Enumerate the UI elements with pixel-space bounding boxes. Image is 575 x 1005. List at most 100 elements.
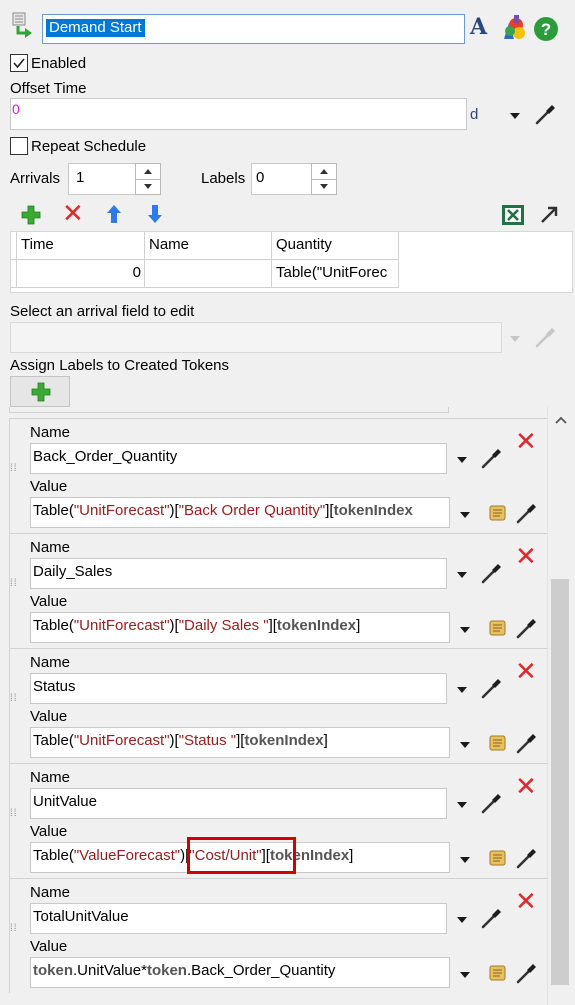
label-name-caption: Name bbox=[30, 424, 71, 441]
eyedropper-icon[interactable] bbox=[480, 906, 504, 930]
drag-handle-icon[interactable]: ⁞⁞ bbox=[10, 924, 20, 934]
label-name-input[interactable]: TotalUnitValue bbox=[30, 903, 447, 934]
code-edit-icon[interactable] bbox=[487, 848, 509, 868]
add-label-button[interactable] bbox=[10, 376, 70, 407]
code-edit-icon[interactable] bbox=[487, 503, 509, 523]
labels-down-icon[interactable] bbox=[312, 179, 336, 194]
column-header-name[interactable]: Name bbox=[145, 232, 272, 260]
enabled-checkbox[interactable] bbox=[10, 54, 28, 72]
code-token: ][ bbox=[268, 617, 277, 634]
arrivals-stepper[interactable] bbox=[135, 163, 161, 195]
offset-time-label: Offset Time bbox=[10, 80, 87, 97]
arrival-field-label: Select an arrival field to edit bbox=[10, 303, 195, 320]
drag-handle-icon[interactable]: ⁞⁞ bbox=[10, 579, 20, 589]
assign-labels-label: Assign Labels to Created Tokens bbox=[10, 357, 230, 374]
eyedropper-icon[interactable] bbox=[480, 446, 504, 470]
eyedropper-icon[interactable] bbox=[515, 846, 539, 870]
enabled-label: Enabled bbox=[31, 55, 87, 72]
offset-time-dropdown-icon[interactable] bbox=[510, 113, 520, 119]
value-dropdown-icon[interactable] bbox=[460, 512, 470, 518]
eyedropper-icon[interactable] bbox=[515, 616, 539, 640]
arrivals-up-icon[interactable] bbox=[136, 164, 160, 180]
value-dropdown-icon[interactable] bbox=[460, 627, 470, 633]
code-token: ] bbox=[349, 847, 354, 864]
arrival-field-dropdown-icon[interactable] bbox=[510, 336, 520, 342]
label-name-input[interactable]: Daily_Sales bbox=[30, 558, 447, 589]
label-value-input[interactable]: Table("UnitForecast")["Daily Sales "][to… bbox=[30, 612, 450, 643]
eyedropper-icon[interactable] bbox=[534, 325, 558, 349]
delete-icon[interactable]: ✕ bbox=[62, 200, 84, 226]
excel-icon[interactable] bbox=[501, 204, 525, 226]
font-icon[interactable]: A bbox=[470, 14, 492, 40]
value-dropdown-icon[interactable] bbox=[460, 857, 470, 863]
schedule-table: Time Name Quantity 0 Table("UnitForec bbox=[10, 231, 573, 293]
label-value-input[interactable]: Table("UnitForecast")["Back Order Quanti… bbox=[30, 497, 450, 528]
arrival-field-select[interactable] bbox=[10, 322, 502, 353]
name-dropdown-icon[interactable] bbox=[457, 572, 467, 578]
label-name-input[interactable]: UnitValue bbox=[30, 788, 447, 819]
eyedropper-icon[interactable] bbox=[480, 561, 504, 585]
name-dropdown-icon[interactable] bbox=[457, 917, 467, 923]
label-card: ⁞⁞ Name Back_Order_Quantity ✕ Value Tabl… bbox=[9, 418, 547, 533]
name-dropdown-icon[interactable] bbox=[457, 457, 467, 463]
cell-quantity[interactable]: Table("UnitForec bbox=[272, 260, 399, 288]
labels-up-icon[interactable] bbox=[312, 164, 336, 180]
repeat-schedule-checkbox[interactable] bbox=[10, 137, 28, 155]
eyedropper-icon[interactable] bbox=[534, 102, 558, 126]
arrivals-value: 1 bbox=[76, 169, 85, 186]
label-value-input[interactable]: token.UnitValue*token.Back_Order_Quantit… bbox=[30, 957, 450, 988]
name-dropdown-icon[interactable] bbox=[457, 802, 467, 808]
help-icon[interactable]: ? bbox=[533, 16, 559, 42]
eyedropper-icon[interactable] bbox=[515, 731, 539, 755]
eyedropper-icon[interactable] bbox=[480, 676, 504, 700]
color-palette-icon[interactable] bbox=[500, 13, 526, 41]
drag-handle-icon[interactable]: ⁞⁞ bbox=[10, 694, 20, 704]
vertical-scrollbar[interactable] bbox=[547, 407, 575, 1005]
label-list-panel: ⁞⁞ Name Back_Order_Quantity ✕ Value Tabl… bbox=[0, 407, 547, 1005]
label-name-input[interactable]: Status bbox=[30, 673, 447, 704]
scroll-up-icon[interactable] bbox=[554, 415, 568, 425]
labels-count-input[interactable]: 0 bbox=[251, 163, 312, 195]
arrivals-input[interactable]: 1 bbox=[68, 163, 136, 195]
code-edit-icon[interactable] bbox=[487, 618, 509, 638]
delete-label-icon[interactable]: ✕ bbox=[515, 658, 537, 684]
delete-label-icon[interactable]: ✕ bbox=[515, 543, 537, 569]
expand-icon[interactable] bbox=[539, 205, 559, 225]
delete-label-icon[interactable]: ✕ bbox=[515, 888, 537, 914]
move-up-icon[interactable] bbox=[106, 204, 122, 224]
repeat-schedule-label: Repeat Schedule bbox=[31, 138, 147, 155]
delete-label-icon[interactable]: ✕ bbox=[515, 773, 537, 799]
value-dropdown-icon[interactable] bbox=[460, 742, 470, 748]
value-dropdown-icon[interactable] bbox=[460, 972, 470, 978]
code-edit-icon[interactable] bbox=[487, 733, 509, 753]
highlight-box bbox=[187, 837, 296, 874]
eyedropper-icon[interactable] bbox=[515, 961, 539, 985]
drag-handle-icon[interactable]: ⁞⁞ bbox=[10, 464, 20, 474]
label-value-caption: Value bbox=[30, 478, 68, 495]
offset-time-input[interactable]: 0 bbox=[10, 98, 467, 130]
object-name-input[interactable]: Demand Start bbox=[42, 14, 465, 44]
delete-label-icon[interactable]: ✕ bbox=[515, 428, 537, 454]
eyedropper-icon[interactable] bbox=[515, 501, 539, 525]
scrollbar-thumb[interactable] bbox=[551, 579, 569, 985]
column-header-time[interactable]: Time bbox=[17, 232, 145, 260]
code-token: Table( bbox=[33, 502, 74, 519]
label-name-input[interactable]: Back_Order_Quantity bbox=[30, 443, 447, 474]
drag-handle-icon[interactable]: ⁞⁞ bbox=[10, 809, 20, 819]
code-edit-icon[interactable] bbox=[487, 963, 509, 983]
labels-count-stepper[interactable] bbox=[311, 163, 337, 195]
cell-name[interactable] bbox=[145, 260, 272, 288]
column-header-quantity[interactable]: Quantity bbox=[272, 232, 399, 260]
labels-count-label: Labels bbox=[201, 170, 246, 187]
label-value-input[interactable]: Table("UnitForecast")["Status "][tokenIn… bbox=[30, 727, 450, 758]
code-token: "UnitForecast" bbox=[73, 502, 170, 519]
move-down-icon[interactable] bbox=[147, 204, 163, 224]
name-dropdown-icon[interactable] bbox=[457, 687, 467, 693]
eyedropper-icon[interactable] bbox=[480, 791, 504, 815]
label-name-value: UnitValue bbox=[33, 793, 97, 810]
add-icon[interactable] bbox=[20, 204, 42, 226]
cell-time[interactable]: 0 bbox=[17, 260, 145, 288]
offset-time-unit: d bbox=[470, 106, 479, 123]
arrivals-down-icon[interactable] bbox=[136, 179, 160, 194]
code-token: "UnitForecast" bbox=[73, 617, 170, 634]
